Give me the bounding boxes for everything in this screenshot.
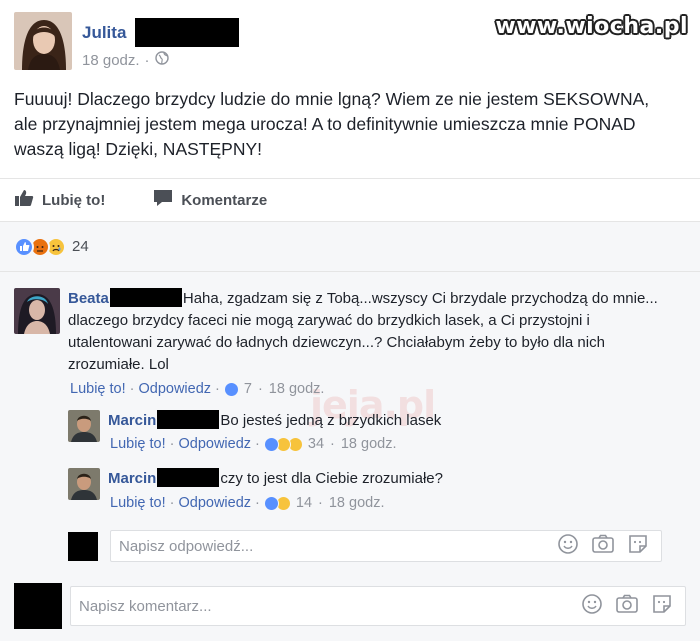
- thumbs-up-icon: [14, 189, 42, 211]
- post-timestamp[interactable]: 18 godz.: [82, 52, 140, 69]
- comment-placeholder: Napisz komentarz...: [79, 597, 212, 615]
- like-button-label: Lubię to!: [42, 191, 106, 209]
- sticker-icon[interactable]: [651, 593, 673, 619]
- reactions-summary[interactable]: 24: [0, 222, 700, 272]
- redaction-bar: [157, 468, 220, 487]
- reply-text: czy to jest dla Ciebie zrozumiałe?: [220, 470, 443, 487]
- reply-input[interactable]: Napisz odpowiedź...: [110, 530, 662, 562]
- sticker-icon[interactable]: [627, 533, 649, 559]
- viewer-avatar-redacted: [68, 531, 98, 561]
- post-header: Julita 18 godz. ·: [14, 12, 240, 72]
- commenter-avatar[interactable]: [14, 288, 60, 334]
- author-avatar[interactable]: [14, 12, 72, 70]
- replier-avatar[interactable]: [68, 410, 100, 442]
- watermark-logo: www.wiocha.pl: [495, 14, 688, 39]
- reply-like-link[interactable]: Lubię to!: [110, 495, 166, 511]
- reply-placeholder: Napisz odpowiedź...: [119, 537, 254, 555]
- post-author-name[interactable]: Julita: [82, 23, 126, 43]
- comment-button-label: Komentarze: [181, 191, 268, 209]
- like-reaction-icon: [14, 236, 34, 257]
- reply-timestamp[interactable]: 18 godz.: [329, 495, 385, 511]
- smiley-icon[interactable]: [557, 533, 579, 559]
- comment-button[interactable]: Komentarze: [153, 189, 267, 211]
- replier-name[interactable]: Marcin: [108, 470, 156, 487]
- reaction-count: 24: [72, 238, 89, 255]
- smiley-icon[interactable]: [581, 593, 603, 619]
- comment-like-link[interactable]: Lubię to!: [70, 381, 126, 397]
- comment-reaction-count[interactable]: 7: [244, 381, 252, 397]
- reply-text: Bo jesteś jedną z brzydkich lasek: [220, 412, 442, 429]
- separator-dot: ·: [330, 436, 335, 452]
- meta-separator: ·: [144, 51, 150, 69]
- redaction-bar: [135, 18, 240, 47]
- comment-actions: Lubię to! · Odpowiedz · 7 · 18 godz.: [70, 381, 324, 397]
- separator-dot: ·: [257, 381, 263, 397]
- commenter-name[interactable]: Beata: [68, 290, 109, 307]
- reply-reply-link[interactable]: Odpowiedz: [178, 495, 251, 511]
- comment-item: Beata Haha, zgadzam się z Tobą...wszyscy …: [14, 288, 684, 376]
- separator-dot: ·: [215, 381, 220, 397]
- post-action-bar: Lubię to! Komentarze: [0, 178, 700, 222]
- reply-reply-link[interactable]: Odpowiedz: [178, 436, 251, 452]
- reply-actions: Lubię to! · Odpowiedz · 34 · 18 godz.: [110, 436, 397, 452]
- reply-timestamp[interactable]: 18 godz.: [341, 436, 397, 452]
- redaction-bar: [109, 288, 182, 307]
- speech-bubble-icon: [153, 189, 181, 211]
- reply-reaction-count[interactable]: 34: [308, 436, 324, 452]
- post-body-text: Fuuuuj! Dlaczego brzydcy ludzie do mnie …: [14, 89, 650, 159]
- reply-reaction-count[interactable]: 14: [296, 495, 312, 511]
- reply-composer: Napisz odpowiedź...: [68, 530, 662, 562]
- comment-reply-link[interactable]: Odpowiedz: [138, 381, 211, 397]
- globe-icon: [154, 51, 169, 69]
- replier-name[interactable]: Marcin: [108, 412, 156, 429]
- separator-dot: ·: [318, 495, 323, 511]
- camera-icon[interactable]: [591, 533, 615, 559]
- separator-dot: ·: [169, 495, 175, 511]
- like-reaction-icon: [263, 436, 279, 452]
- camera-icon[interactable]: [615, 593, 639, 619]
- like-reaction-icon: [263, 495, 279, 511]
- reply-like-link[interactable]: Lubię to!: [110, 436, 166, 452]
- redaction-bar: [157, 410, 220, 429]
- like-button[interactable]: Lubię to!: [14, 189, 105, 211]
- replier-avatar[interactable]: [68, 468, 100, 500]
- like-reaction-icon: [223, 381, 239, 397]
- separator-dot: ·: [169, 436, 175, 452]
- comment-input[interactable]: Napisz komentarz...: [70, 586, 686, 626]
- reply-actions: Lubię to! · Odpowiedz · 14 · 18 godz.: [110, 495, 385, 511]
- separator-dot: ·: [255, 436, 260, 452]
- viewer-avatar-redacted: [14, 583, 62, 629]
- separator-dot: ·: [129, 381, 135, 397]
- comment-timestamp[interactable]: 18 godz.: [269, 381, 325, 397]
- separator-dot: ·: [255, 495, 260, 511]
